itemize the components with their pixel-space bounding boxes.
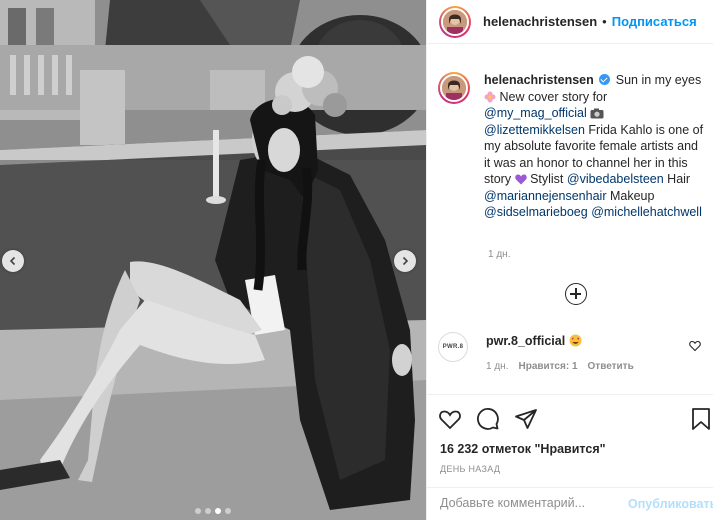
post-actions: 16 232 отметок "Нравится" ДЕНЬ НАЗАД Опу… bbox=[426, 394, 713, 520]
caption-text: Hair bbox=[667, 172, 691, 186]
bookmark-icon[interactable] bbox=[690, 407, 712, 431]
chevron-right-icon bbox=[402, 256, 409, 266]
camera-emoji-icon bbox=[590, 108, 604, 119]
post-date[interactable]: ДЕНЬ НАЗАД bbox=[440, 464, 500, 474]
commenter-username[interactable]: pwr.8_official bbox=[486, 334, 565, 348]
reply-button[interactable]: Ответить bbox=[588, 361, 634, 372]
carousel-dot bbox=[195, 508, 201, 514]
post-photo[interactable] bbox=[0, 0, 426, 520]
caption-text: Sun in my eyes bbox=[615, 73, 702, 87]
mention-link[interactable]: @my_mag_official bbox=[484, 106, 587, 120]
load-more-comments-button[interactable] bbox=[565, 283, 587, 305]
comment-text: pwr.8_official bbox=[486, 334, 582, 348]
commenter-avatar[interactable]: PWR.8 bbox=[438, 332, 468, 362]
caption-text: Stylist bbox=[530, 172, 564, 186]
post-caption: helenachristensen Sun in my eyes New cov… bbox=[484, 72, 706, 221]
photo-image bbox=[0, 0, 426, 520]
share-icon[interactable] bbox=[514, 407, 538, 431]
caption-avatar[interactable] bbox=[438, 72, 470, 104]
comment-input[interactable] bbox=[440, 496, 620, 510]
caption-timestamp[interactable]: 1 дн. bbox=[488, 249, 510, 260]
heart-eyes-emoji-icon bbox=[569, 334, 582, 347]
action-icons bbox=[438, 407, 538, 431]
carousel-dot-active bbox=[215, 508, 221, 514]
carousel-dot bbox=[205, 508, 211, 514]
comment-timestamp[interactable]: 1 дн. bbox=[486, 361, 508, 372]
carousel-next-button[interactable] bbox=[394, 250, 416, 272]
caption-block: helenachristensen Sun in my eyes New cov… bbox=[438, 72, 706, 221]
blossom-emoji-icon bbox=[484, 91, 496, 102]
mention-link[interactable]: @michellehatchwell bbox=[591, 205, 702, 219]
verified-badge-icon bbox=[599, 74, 611, 85]
header-separator: • bbox=[602, 14, 607, 29]
mention-link[interactable]: @sidselmarieboeg bbox=[484, 205, 588, 219]
mention-link[interactable]: @mariannejensenhair bbox=[484, 189, 606, 203]
author-avatar[interactable] bbox=[439, 5, 471, 38]
mention-link[interactable]: @lizettemikkelsen bbox=[484, 123, 585, 137]
follow-button[interactable]: Подписаться bbox=[612, 14, 697, 29]
comment-icon[interactable] bbox=[476, 407, 500, 431]
purple-heart-emoji-icon bbox=[514, 174, 527, 185]
chevron-left-icon bbox=[9, 256, 16, 266]
comment-heart-icon[interactable] bbox=[689, 340, 701, 352]
comment-item: PWR.8 pwr.8_official 1 дн. Нравится: 1 О… bbox=[438, 330, 708, 380]
author-username[interactable]: helenachristensen bbox=[483, 14, 597, 29]
caption-text: New cover story for bbox=[499, 89, 608, 104]
add-comment-form: Опубликовать bbox=[426, 487, 713, 520]
carousel-prev-button[interactable] bbox=[2, 250, 24, 272]
heart-icon[interactable] bbox=[438, 407, 462, 431]
caption-username[interactable]: helenachristensen bbox=[484, 73, 594, 87]
mention-link[interactable]: @vibedabelsteen bbox=[567, 172, 664, 186]
post-header: helenachristensen • Подписаться bbox=[427, 0, 713, 44]
carousel-dot bbox=[225, 508, 231, 514]
comment-likes[interactable]: Нравится: 1 bbox=[518, 361, 577, 372]
caption-text: Makeup bbox=[609, 188, 655, 203]
publish-button[interactable]: Опубликовать bbox=[628, 497, 713, 511]
likes-count[interactable]: 16 232 отметок "Нравится" bbox=[440, 442, 606, 456]
carousel-dots bbox=[0, 508, 426, 514]
comment-meta: 1 дн. Нравится: 1 Ответить bbox=[486, 361, 634, 372]
